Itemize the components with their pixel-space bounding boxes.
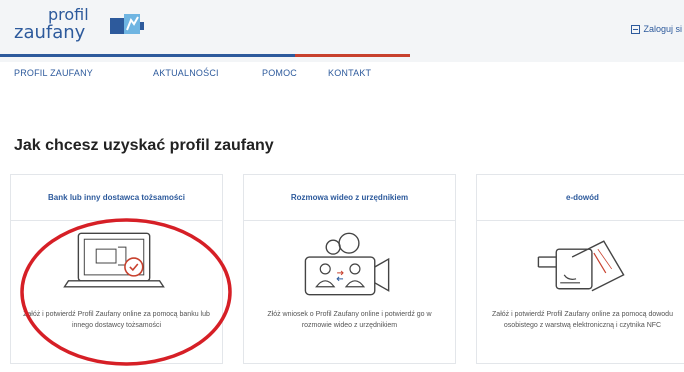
- card-description-video: Złóż wniosek o Profil Zaufany online i p…: [267, 311, 432, 329]
- nav-item-profil-zaufany[interactable]: PROFIL ZAUFANY: [14, 68, 93, 78]
- card-description-e-dowod: Załóż i potwierdź Profil Zaufany online …: [492, 311, 673, 329]
- login-icon: [631, 24, 641, 34]
- nav-item-aktualnosci[interactable]: AKTUALNOŚCI: [153, 68, 219, 78]
- card-title-video: Rozmowa wideo z urzędnikiem: [244, 175, 455, 221]
- login-link[interactable]: Zaloguj si: [631, 24, 682, 34]
- profil-zaufany-logo[interactable]: profil zaufany: [14, 6, 154, 50]
- video-call-icon: [304, 232, 390, 296]
- logo-badge-icon: [110, 14, 144, 34]
- header-accent-line: [0, 54, 410, 57]
- laptop-verify-icon: [63, 232, 165, 288]
- header: profil zaufany Zaloguj si: [0, 0, 684, 62]
- login-label: Zaloguj si: [643, 24, 682, 34]
- nav-item-pomoc[interactable]: POMOC: [262, 68, 297, 78]
- option-card-e-dowod[interactable]: e-dowód Załóż i potwierdź Profil Zaufany…: [476, 174, 684, 364]
- main-nav: PROFIL ZAUFANY AKTUALNOŚCI POMOC KONTAKT: [0, 64, 684, 84]
- card-title-e-dowod: e-dowód: [477, 175, 684, 221]
- option-card-bank[interactable]: Bank lub inny dostawca tożsamości Załóż …: [10, 174, 223, 364]
- option-card-video[interactable]: Rozmowa wideo z urzędnikiem Złóż wniosek…: [243, 174, 456, 364]
- logo-line-1: profil: [48, 5, 89, 24]
- page-title: Jak chcesz uzyskać profil zaufany: [14, 137, 274, 154]
- e-id-card-icon: [537, 240, 625, 292]
- nav-item-kontakt[interactable]: KONTAKT: [328, 68, 371, 78]
- card-title-bank: Bank lub inny dostawca tożsamości: [11, 175, 222, 221]
- card-description-bank: Załóż i potwierdź Profil Zaufany online …: [23, 311, 210, 329]
- logo-line-2: zaufany: [14, 22, 86, 43]
